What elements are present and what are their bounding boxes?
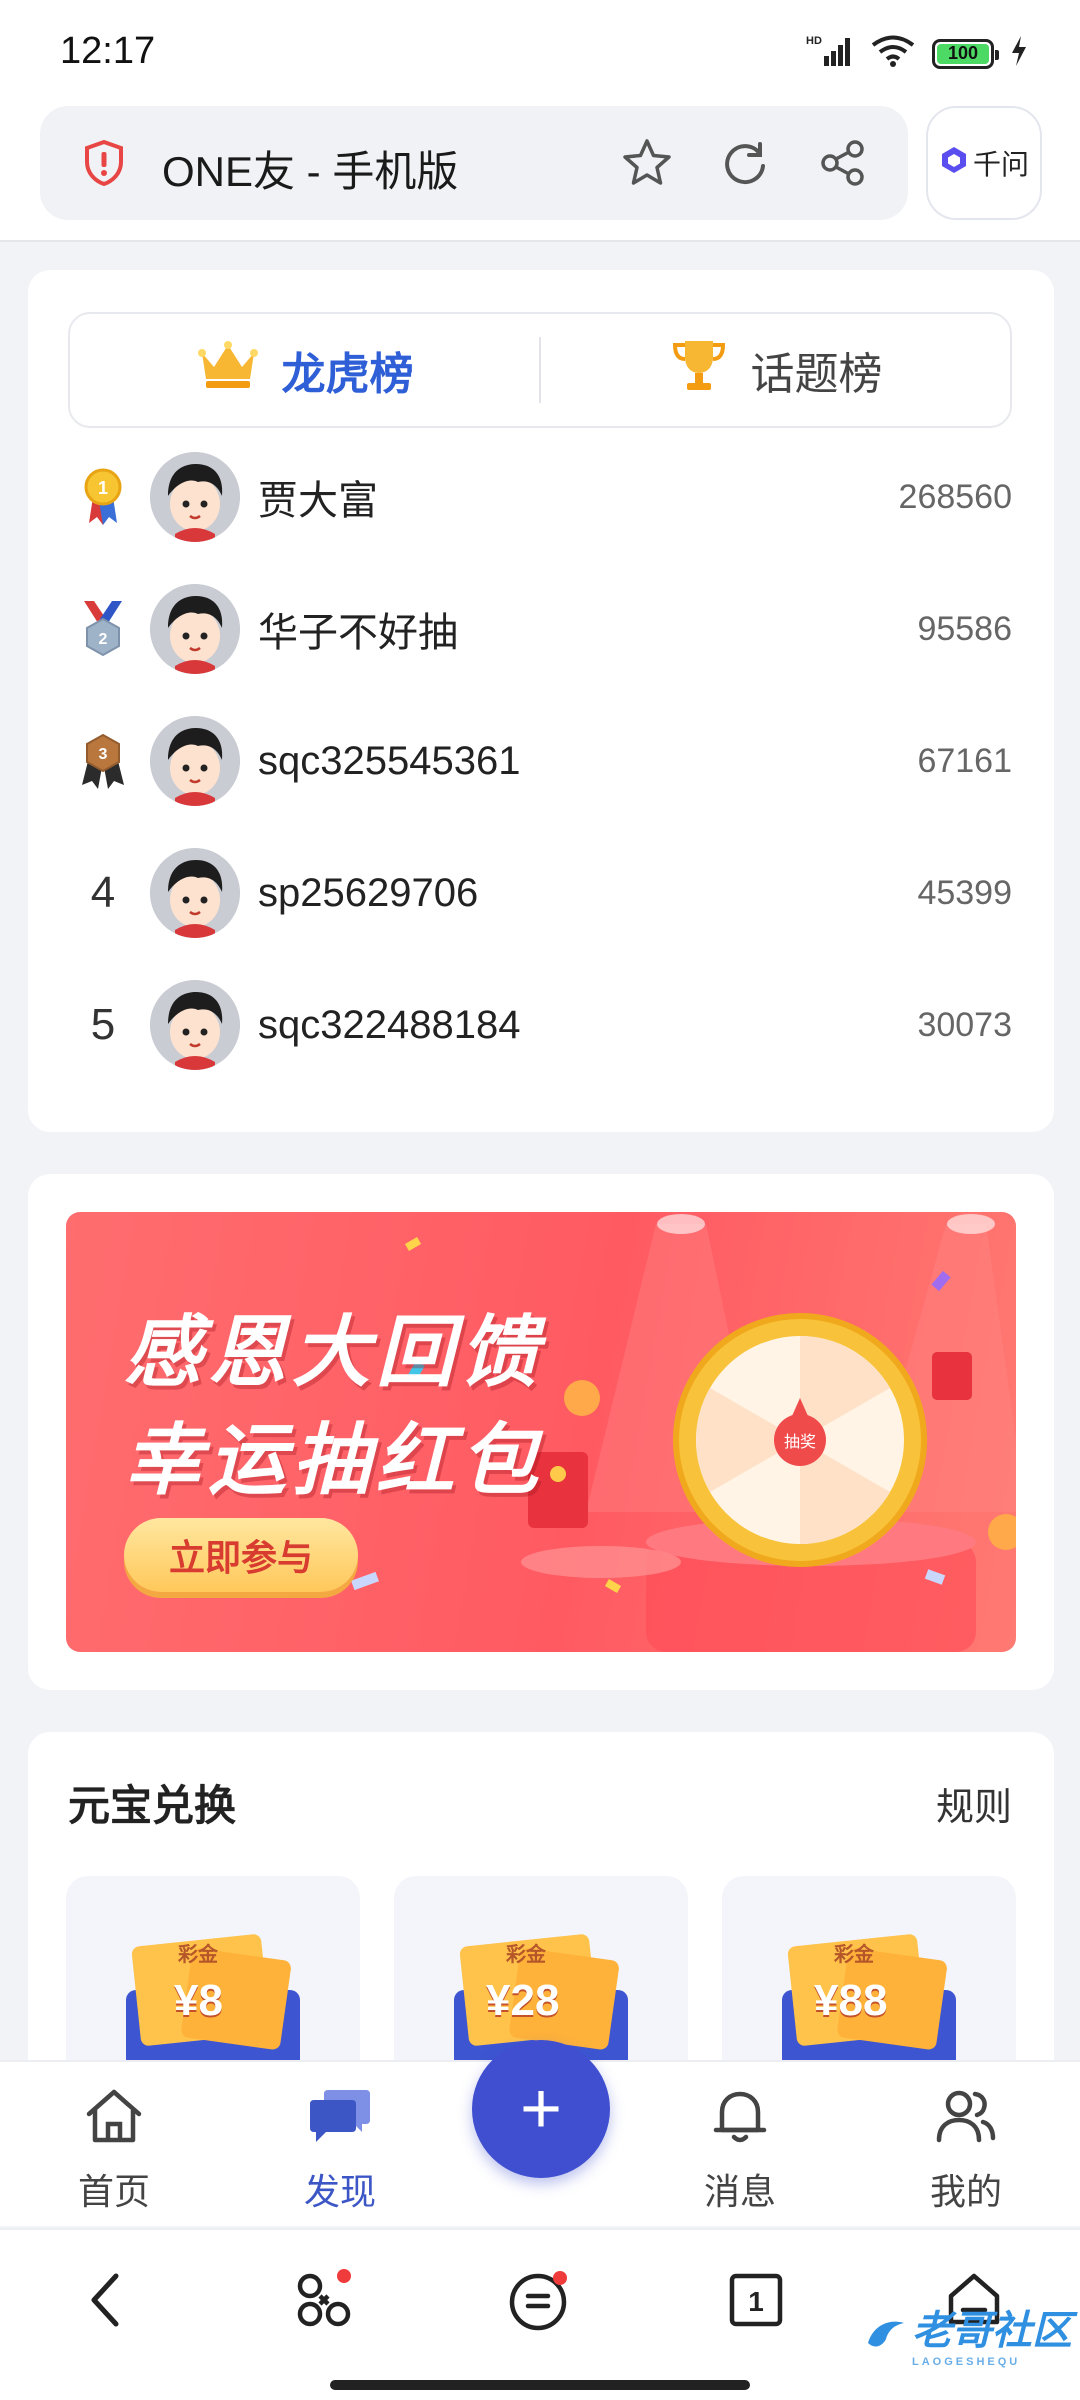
coupon-amount: ¥28 xyxy=(486,1976,560,2025)
system-bar: 1 老哥社区 LAOGESHEQU xyxy=(0,2228,1080,2400)
refresh-icon[interactable] xyxy=(716,134,774,192)
tabs-icon[interactable]: 1 xyxy=(716,2260,796,2340)
status-bar: 12:17 HD 100 xyxy=(0,0,1080,100)
coupon-tag: 彩金 xyxy=(834,1944,874,1966)
tab-topics[interactable]: 话题榜 xyxy=(541,337,1010,404)
coupon-tag: 彩金 xyxy=(178,1944,218,1966)
leaderboard-row[interactable]: 1 贾大富 268560 xyxy=(68,442,1012,552)
signal-icon: HD xyxy=(806,34,854,73)
rank-number: 5 xyxy=(90,1000,116,1049)
compose-button[interactable]: + xyxy=(472,2040,610,2178)
user-name: 贾大富 xyxy=(258,479,378,523)
status-icons: HD 100 xyxy=(806,34,1028,73)
nav-me[interactable]: 我的 xyxy=(906,2086,1026,2215)
leaderboard-row[interactable]: 3 sqc325545361 67161 xyxy=(68,706,1012,816)
menu-icon[interactable] xyxy=(500,2260,580,2340)
page-title[interactable]: ONE友 - 手机版 xyxy=(162,138,458,199)
user-score: 67161 xyxy=(917,741,1012,780)
avatar[interactable] xyxy=(150,716,240,806)
silver-medal-icon: 2 xyxy=(68,599,138,659)
leaderboard-card: 龙虎榜 话题榜 1 贾大富 268560 2 华子不好抽 95586 3 sqc… xyxy=(28,270,1054,1132)
section-title: 元宝兑换 xyxy=(68,1782,237,1829)
leaderboard-row[interactable]: 5 sqc322488184 30073 xyxy=(68,970,1012,1080)
app-bottom-nav: 首页 发现 + 消息 我的 xyxy=(0,2040,1080,2226)
watermark-logo: 老哥社区 LAOGESHEQU xyxy=(864,2298,1072,2368)
user-score: 95586 xyxy=(917,609,1012,648)
assistant-label: 千问 xyxy=(972,149,1029,180)
nav-label: 首页 xyxy=(77,2171,150,2212)
status-time: 12:17 xyxy=(60,30,156,72)
rank-number: 4 xyxy=(90,868,116,917)
back-icon[interactable] xyxy=(66,2260,146,2340)
svg-text:2: 2 xyxy=(99,631,108,648)
coupon-amount: ¥88 xyxy=(814,1976,888,2025)
banner-subheadline: 幸运抽红包 xyxy=(124,1416,545,1504)
home-icon xyxy=(83,2086,145,2155)
promo-card: 感恩大回馈 幸运抽红包 立即参与 抽奖 xyxy=(28,1174,1054,1690)
charging-icon xyxy=(1010,36,1028,71)
banner-headline: 感恩大回馈 xyxy=(124,1308,545,1396)
tab-label: 龙虎榜 xyxy=(281,350,414,399)
tab-label: 话题榜 xyxy=(750,350,883,399)
user-score: 45399 xyxy=(917,873,1012,912)
nav-messages[interactable]: 消息 xyxy=(680,2086,800,2215)
avatar[interactable] xyxy=(150,584,240,674)
nav-label: 我的 xyxy=(929,2171,1002,2212)
user-name: sp25629706 xyxy=(258,870,479,915)
avatar[interactable] xyxy=(150,848,240,938)
leaderboard-row[interactable]: 4 sp25629706 45399 xyxy=(68,838,1012,948)
svg-text:1: 1 xyxy=(748,2286,764,2317)
user-name: sqc325545361 xyxy=(258,738,521,783)
star-icon[interactable] xyxy=(618,134,676,192)
url-actions xyxy=(618,134,872,192)
browser-address-bar: ONE友 - 手机版 千问 xyxy=(0,100,1080,242)
nav-discover[interactable]: 发现 xyxy=(280,2086,400,2215)
assistant-icon xyxy=(939,145,969,182)
user-score: 30073 xyxy=(917,1005,1012,1044)
bell-icon xyxy=(710,2086,770,2155)
chat-bubbles-icon xyxy=(308,2086,372,2155)
user-name: 华子不好抽 xyxy=(258,611,458,655)
battery-icon: 100 xyxy=(932,38,999,69)
svg-text:1: 1 xyxy=(98,478,108,498)
tab-dragon-tiger[interactable]: 龙虎榜 xyxy=(70,338,539,402)
wheel-center-label[interactable]: 抽奖 xyxy=(772,1428,828,1452)
shield-icon[interactable] xyxy=(84,139,124,191)
svg-text:3: 3 xyxy=(99,746,108,763)
features-icon[interactable] xyxy=(284,2260,364,2340)
coupon-tag: 彩金 xyxy=(506,1944,546,1966)
dragon-icon xyxy=(868,2321,904,2347)
home-indicator[interactable] xyxy=(330,2380,750,2390)
bronze-medal-icon: 3 xyxy=(68,731,138,791)
assistant-button[interactable]: 千问 xyxy=(926,106,1042,220)
svg-text:HD: HD xyxy=(806,35,822,47)
nav-label: 发现 xyxy=(303,2171,376,2212)
share-icon[interactable] xyxy=(814,134,872,192)
user-name: sqc322488184 xyxy=(258,1002,521,1047)
trophy-icon xyxy=(669,337,729,404)
promo-banner[interactable]: 感恩大回馈 幸运抽红包 立即参与 抽奖 xyxy=(66,1212,1016,1652)
coupon-amount: ¥8 xyxy=(174,1976,223,2025)
avatar[interactable] xyxy=(150,980,240,1070)
leaderboard-row[interactable]: 2 华子不好抽 95586 xyxy=(68,574,1012,684)
wifi-icon xyxy=(870,34,916,73)
gold-medal-icon: 1 xyxy=(68,467,138,527)
crown-icon xyxy=(196,339,260,402)
leaderboard-tabs: 龙虎榜 话题榜 xyxy=(68,312,1012,428)
nav-home[interactable]: 首页 xyxy=(54,2086,174,2215)
nav-label: 消息 xyxy=(703,2171,776,2212)
rules-link[interactable]: 规则 xyxy=(936,1776,1012,1831)
url-field[interactable]: ONE友 - 手机版 xyxy=(40,106,908,220)
user-score: 268560 xyxy=(898,477,1012,516)
users-icon xyxy=(935,2086,997,2155)
avatar[interactable] xyxy=(150,452,240,542)
join-now-button[interactable]: 立即参与 xyxy=(124,1518,358,1592)
